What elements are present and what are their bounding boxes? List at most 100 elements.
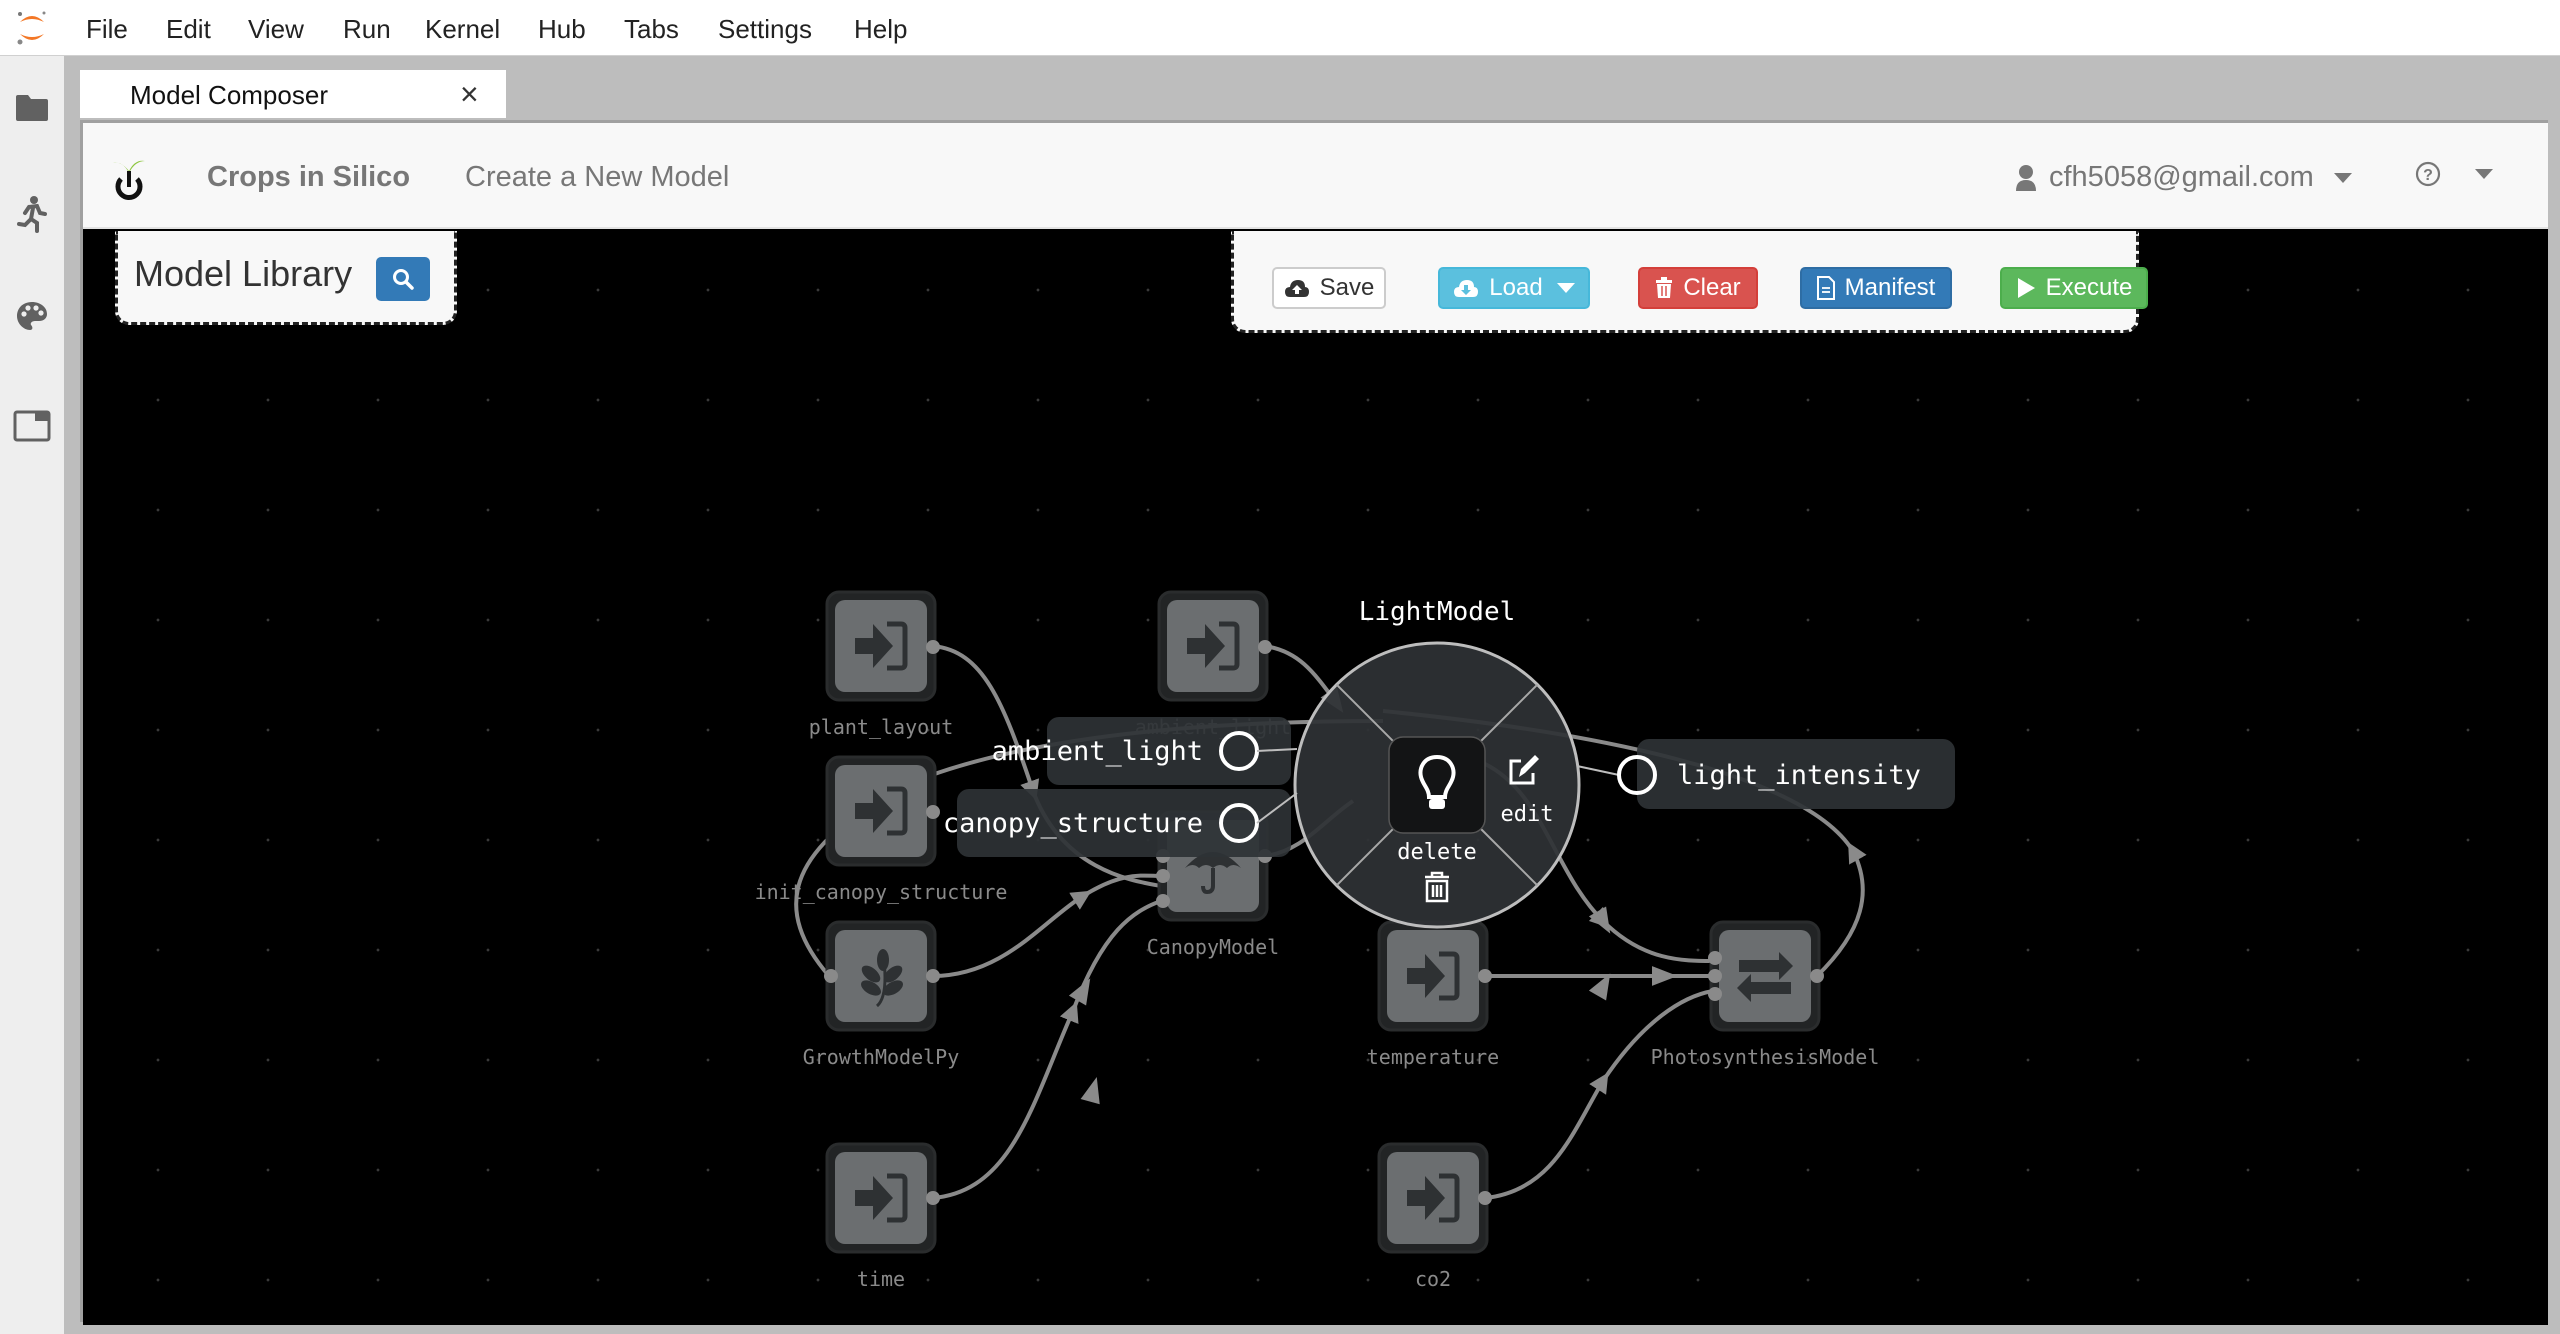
play-icon xyxy=(2017,278,2035,298)
graph-node-ambient_light[interactable]: ambient_light xyxy=(1135,590,1292,739)
menu-bar: File Edit View Run Kernel Hub Tabs Setti… xyxy=(0,0,2560,56)
edge-arrow xyxy=(1652,966,1678,986)
close-icon[interactable]: × xyxy=(460,76,479,113)
crops-logo xyxy=(113,160,145,200)
selected-node-menu: LightModel edit delete ambient_light canopy_… xyxy=(943,597,1955,929)
edge-co2-to-photosynthesis[interactable] xyxy=(1484,989,1714,1200)
input-port[interactable] xyxy=(824,969,838,983)
tab-model-composer[interactable]: Model Composer × xyxy=(80,70,506,118)
edge-arrow xyxy=(1080,1076,1100,1105)
user-email: cfh5058@gmail.com xyxy=(2049,161,2314,193)
node-label: PhotosynthesisModel xyxy=(1651,1045,1880,1069)
input-port-canopy-structure[interactable]: canopy_structure xyxy=(943,789,1298,857)
output-port[interactable] xyxy=(926,969,940,983)
library-title: Model Library xyxy=(134,253,353,294)
edit-label: edit xyxy=(1501,802,1554,827)
output-port[interactable] xyxy=(926,1191,940,1205)
output-port[interactable] xyxy=(926,640,940,654)
caret-down-icon xyxy=(2333,172,2352,183)
model-composer-panel: Crops in Silico Create a New Model cfh50… xyxy=(80,120,2548,1325)
help-menu[interactable]: ? xyxy=(2415,161,2493,187)
port-label: canopy_structure xyxy=(943,808,1203,839)
caret-down-icon xyxy=(2475,169,2493,179)
create-model-link[interactable]: Create a New Model xyxy=(465,161,729,194)
svg-text:?: ? xyxy=(2423,167,2433,184)
graph-svg[interactable]: plant_layout ambient_light init_canopy_str… xyxy=(83,231,2551,1325)
document-icon xyxy=(1816,276,1835,300)
manifest-button[interactable]: Manifest xyxy=(1800,267,1952,309)
node-label: time xyxy=(857,1267,905,1291)
output-port[interactable] xyxy=(1258,640,1272,654)
input-port[interactable] xyxy=(1156,869,1170,883)
menu-view[interactable]: View xyxy=(248,14,304,45)
jupyter-logo xyxy=(17,11,46,45)
edge-arrow xyxy=(1588,973,1611,1001)
clear-label: Clear xyxy=(1683,274,1741,301)
cloud-download-icon xyxy=(1454,280,1479,297)
sidebar-divider xyxy=(64,56,78,1334)
node-label: temperature xyxy=(1367,1045,1499,1069)
edge-time-to-canopy[interactable] xyxy=(932,899,1162,1200)
folder-icon[interactable] xyxy=(12,88,52,128)
graph-canvas[interactable]: plant_layout ambient_light init_canopy_str… xyxy=(83,231,2548,1325)
output-port[interactable] xyxy=(926,805,940,819)
menu-file[interactable]: File xyxy=(86,14,128,45)
menu-help[interactable]: Help xyxy=(854,14,907,45)
selected-node-title: LightModel xyxy=(1359,597,1516,627)
node-layer: plant_layout ambient_light init_canopy_str… xyxy=(755,590,1880,1291)
delete-label: delete xyxy=(1397,840,1476,865)
panel-right-edge xyxy=(2548,120,2560,1334)
tabs-icon[interactable] xyxy=(12,406,52,446)
node-label: CanopyModel xyxy=(1147,935,1279,959)
menu-run[interactable]: Run xyxy=(343,14,391,45)
port-label: light_intensity xyxy=(1677,760,1921,791)
input-port[interactable] xyxy=(1708,951,1722,965)
input-port[interactable] xyxy=(1708,987,1722,1001)
input-port[interactable] xyxy=(1708,969,1722,983)
user-icon xyxy=(2016,164,2036,191)
edge-ambient-light-to-light[interactable] xyxy=(1264,644,1337,703)
node-label: init_canopy_structure xyxy=(755,880,1008,904)
graph-node-temperature[interactable]: temperature xyxy=(1367,920,1499,1069)
menu-settings[interactable]: Settings xyxy=(718,14,812,45)
menu-tabs[interactable]: Tabs xyxy=(624,14,679,45)
port-connector xyxy=(1576,765,1620,776)
graph-node-co2[interactable]: co2 xyxy=(1377,1142,1492,1291)
load-label: Load xyxy=(1489,274,1543,301)
graph-node-plant_layout[interactable]: plant_layout xyxy=(809,590,954,739)
graph-node-time[interactable]: time xyxy=(825,1142,940,1291)
menu-kernel[interactable]: Kernel xyxy=(425,14,500,45)
help-icon: ? xyxy=(2415,161,2441,187)
trash-icon xyxy=(1656,277,1673,298)
clear-button[interactable]: Clear xyxy=(1638,267,1758,309)
selected-node-core[interactable] xyxy=(1388,736,1486,834)
running-icon[interactable] xyxy=(12,194,52,234)
menu-hub[interactable]: Hub xyxy=(538,14,586,45)
save-button[interactable]: Save xyxy=(1272,267,1386,309)
load-button[interactable]: Load xyxy=(1438,267,1590,309)
tab-label: Model Composer xyxy=(130,80,328,110)
palette-icon[interactable] xyxy=(12,296,52,336)
graph-node-growthmodelpy[interactable]: GrowthModelPy xyxy=(803,920,960,1069)
node-label: plant_layout xyxy=(809,715,954,739)
brand-name[interactable]: Crops in Silico xyxy=(207,161,410,194)
user-menu[interactable]: cfh5058@gmail.com xyxy=(2015,161,2352,194)
library-search-button[interactable] xyxy=(376,257,430,301)
composer-toolbar: Save Load Clear Manifest Execute xyxy=(1231,231,2148,333)
input-port[interactable] xyxy=(1156,894,1170,908)
menu-edit[interactable]: Edit xyxy=(166,14,211,45)
cloud-upload-icon xyxy=(1284,280,1309,297)
caret-down-icon xyxy=(1556,283,1575,293)
output-port[interactable] xyxy=(1810,969,1824,983)
node-label: GrowthModelPy xyxy=(803,1045,960,1069)
output-port[interactable] xyxy=(1478,1191,1492,1205)
execute-label: Execute xyxy=(2045,274,2133,301)
manifest-label: Manifest xyxy=(1844,274,1936,301)
search-icon xyxy=(393,269,414,290)
left-sidebar xyxy=(0,56,64,1334)
port-label: ambient_light xyxy=(992,736,1203,767)
execute-button[interactable]: Execute xyxy=(2000,267,2148,309)
output-port[interactable] xyxy=(1478,969,1492,983)
model-library-panel: Model Library xyxy=(115,231,457,325)
input-port-ambient-light[interactable]: ambient_light xyxy=(992,717,1298,785)
